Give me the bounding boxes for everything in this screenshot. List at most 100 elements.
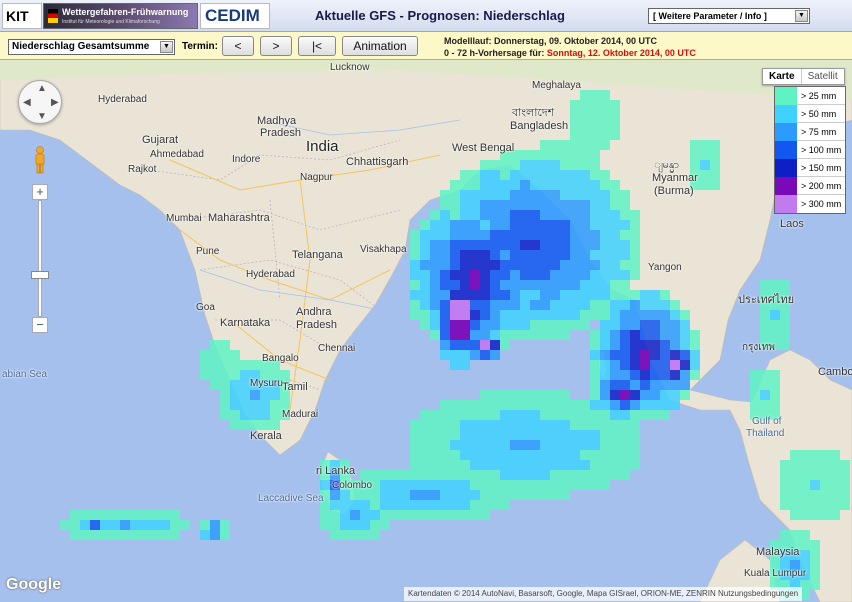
zoom-out-button[interactable]: − — [32, 317, 48, 333]
precip-cell — [540, 270, 550, 280]
next-button[interactable]: > — [260, 36, 292, 56]
precip-cell — [520, 290, 530, 300]
map-canvas[interactable]: India Lucknow Hyderabad Gujarat Ahmedaba… — [0, 60, 852, 602]
precip-cell — [440, 350, 450, 360]
precip-cell — [650, 340, 660, 350]
map-attribution[interactable]: Kartendaten © 2014 AutoNavi, Basarsoft, … — [404, 587, 803, 601]
animation-button[interactable]: Animation — [342, 36, 418, 56]
precip-cell — [350, 510, 360, 520]
precip-cell — [650, 380, 660, 390]
precip-cell — [760, 280, 770, 290]
wettergefahren-logo[interactable]: Wettergefahren-Frühwarnung Institut für … — [43, 3, 198, 29]
zoom-slider-handle[interactable] — [31, 271, 49, 279]
precip-cell — [130, 520, 140, 530]
precip-cell — [450, 180, 460, 190]
precip-cell — [600, 320, 610, 330]
label-maharashtra: Maharashtra — [208, 212, 270, 224]
precip-cell — [600, 440, 610, 450]
precip-cell — [520, 150, 530, 160]
precip-cell — [550, 450, 560, 460]
precip-cell — [610, 370, 620, 380]
zoom-in-button[interactable]: + — [32, 184, 48, 200]
precip-cell — [670, 370, 680, 380]
precip-cell — [470, 310, 480, 320]
precip-cell — [610, 200, 620, 210]
precip-cell — [710, 170, 720, 180]
previous-button[interactable]: < — [222, 36, 254, 56]
legend-row: > 200 mm — [775, 176, 845, 195]
precip-cell — [490, 190, 500, 200]
precip-cell — [430, 440, 440, 450]
precip-cell — [620, 230, 630, 240]
precip-cell — [620, 460, 630, 470]
precip-cell — [600, 210, 610, 220]
precip-cell — [640, 330, 650, 340]
parameter-select[interactable]: [ Weitere Parameter / Info ] ▼ — [648, 8, 810, 24]
precip-cell — [510, 310, 520, 320]
precip-cell — [260, 420, 270, 430]
precip-cell — [580, 470, 590, 480]
variable-select[interactable]: Niederschlag Gesamtsumme ▼ — [8, 39, 175, 55]
kit-logo[interactable]: KIT — [2, 3, 42, 29]
precip-cell — [620, 260, 630, 270]
precip-cell — [610, 340, 620, 350]
precip-cell — [220, 530, 230, 540]
precip-cell — [680, 310, 690, 320]
precip-cell — [410, 230, 420, 240]
precip-cell — [510, 330, 520, 340]
first-button[interactable]: |< — [298, 36, 336, 56]
precip-cell — [620, 220, 630, 230]
precip-cell — [480, 450, 490, 460]
precip-cell — [600, 340, 610, 350]
map-type-satellit-button[interactable]: Satellit — [802, 69, 844, 84]
label-bangkok: กรุงเทพ — [742, 342, 775, 353]
control-bar: Niederschlag Gesamtsumme ▼ Termin: < > |… — [0, 32, 852, 60]
pan-right-icon[interactable]: ▶ — [51, 97, 59, 108]
precip-cell — [540, 430, 550, 440]
label-laccadive-sea: Laccadive Sea — [258, 493, 324, 504]
precip-cell — [770, 320, 780, 330]
precip-cell — [330, 490, 340, 500]
precip-cell — [110, 510, 120, 520]
precip-cell — [350, 530, 360, 540]
legend-row: > 300 mm — [775, 195, 845, 213]
cedim-logo[interactable]: CEDIM — [200, 3, 270, 29]
precip-cell — [470, 240, 480, 250]
precip-cell — [150, 510, 160, 520]
precip-cell — [620, 280, 630, 290]
precip-cell — [570, 140, 580, 150]
precip-cell — [540, 210, 550, 220]
precip-cell — [790, 510, 800, 520]
precip-cell — [610, 230, 620, 240]
pan-down-icon[interactable]: ▼ — [37, 111, 47, 122]
pan-left-icon[interactable]: ◀ — [23, 97, 31, 108]
precip-cell — [490, 240, 500, 250]
precip-cell — [580, 90, 590, 100]
precip-cell — [780, 280, 790, 290]
precip-cell — [570, 190, 580, 200]
precip-cell — [590, 160, 600, 170]
precip-cell — [800, 550, 810, 560]
precip-cell — [780, 490, 790, 500]
precip-cell — [540, 480, 550, 490]
google-logo[interactable]: Google — [6, 576, 61, 594]
precip-cell — [500, 440, 510, 450]
precip-cell — [170, 530, 180, 540]
precip-cell — [530, 490, 540, 500]
pan-control[interactable]: ▲ ▼ ◀ ▶ — [18, 80, 62, 124]
pegman-icon[interactable] — [33, 146, 47, 174]
precip-cell — [430, 250, 440, 260]
precip-cell — [600, 100, 610, 110]
precip-cell — [650, 350, 660, 360]
precip-cell — [430, 280, 440, 290]
precip-cell — [590, 330, 600, 340]
precip-cell — [410, 260, 420, 270]
precip-cell — [470, 420, 480, 430]
pan-up-icon[interactable]: ▲ — [37, 83, 47, 94]
precip-cell — [620, 270, 630, 280]
map-type-karte-button[interactable]: Karte — [763, 69, 802, 84]
precip-cell — [320, 480, 330, 490]
zoom-slider-track[interactable] — [38, 200, 42, 317]
label-west-bengal: West Bengal — [452, 142, 515, 154]
precip-cell — [480, 330, 490, 340]
